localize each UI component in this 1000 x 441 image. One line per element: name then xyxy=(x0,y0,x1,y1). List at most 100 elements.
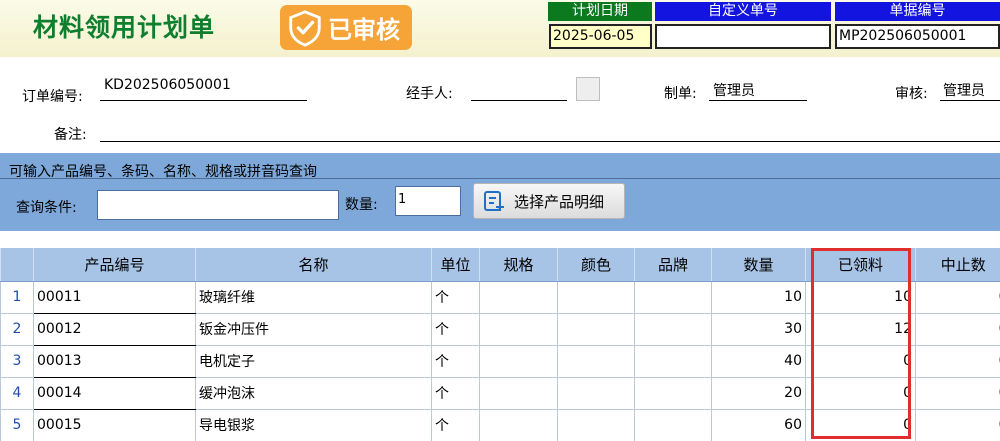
row-index: 5 xyxy=(0,409,34,441)
received-cell[interactable]: 0 xyxy=(805,409,916,441)
order-no-label: 订单编号: xyxy=(22,89,83,105)
unit-cell[interactable]: 个 xyxy=(431,313,480,346)
qty-cell[interactable]: 40 xyxy=(711,345,806,378)
spec-cell[interactable] xyxy=(479,313,558,346)
unit-cell[interactable]: 个 xyxy=(431,409,480,441)
table-row[interactable]: 5 00015 导电银浆 个 60 0 0 xyxy=(0,409,1000,441)
stopped-cell[interactable]: 0 xyxy=(915,313,1000,346)
spec-cell[interactable] xyxy=(479,345,558,378)
table-row[interactable]: 3 00013 电机定子 个 40 0 0 xyxy=(0,345,1000,378)
col-header-code[interactable]: 产品编号 xyxy=(33,248,196,282)
color-cell[interactable] xyxy=(557,313,635,346)
product-code-cell[interactable]: 00013 xyxy=(33,345,196,378)
query-condition-label: 查询条件: xyxy=(16,200,77,216)
received-cell[interactable]: 12 xyxy=(805,313,916,346)
col-header-brand[interactable]: 品牌 xyxy=(634,248,712,282)
product-code-cell[interactable]: 00012 xyxy=(33,313,196,346)
approved-badge-text: 已审核 xyxy=(328,16,400,44)
row-index: 1 xyxy=(0,281,34,314)
table-row[interactable]: 2 00012 钣金冲压件 个 30 12 0 xyxy=(0,313,1000,346)
col-header-stopped[interactable]: 中止数 xyxy=(915,248,1000,282)
custom-no-field[interactable] xyxy=(655,24,831,49)
product-name-cell[interactable]: 玻璃纤维 xyxy=(195,281,432,314)
table-header-row: 产品编号 名称 单位 规格 颜色 品牌 数量 已领料 中止数 xyxy=(0,248,1000,282)
brand-cell[interactable] xyxy=(634,281,712,314)
select-product-button-label: 选择产品明细 xyxy=(514,192,605,211)
query-condition-input[interactable] xyxy=(97,190,339,220)
plan-date-field[interactable]: 2025-06-05 xyxy=(549,24,652,49)
shield-check-icon xyxy=(289,9,321,47)
spec-cell[interactable] xyxy=(479,281,558,314)
stopped-cell[interactable]: 0 xyxy=(915,345,1000,378)
quantity-input[interactable]: 1 xyxy=(395,186,461,216)
row-index: 2 xyxy=(0,313,34,346)
brand-cell[interactable] xyxy=(634,345,712,378)
order-no-underline xyxy=(100,100,307,101)
select-product-button[interactable]: 选择产品明细 xyxy=(473,183,625,219)
row-index: 3 xyxy=(0,345,34,378)
col-header-unit[interactable]: 单位 xyxy=(431,248,480,282)
brand-cell[interactable] xyxy=(634,409,712,441)
received-cell[interactable]: 0 xyxy=(805,377,916,410)
maker-label: 制单: xyxy=(664,86,697,102)
qty-cell[interactable]: 60 xyxy=(711,409,806,441)
note-underline xyxy=(100,141,1000,142)
unit-cell[interactable]: 个 xyxy=(431,281,480,314)
product-code-cell[interactable]: 00014 xyxy=(33,377,196,410)
product-name-cell[interactable]: 钣金冲压件 xyxy=(195,313,432,346)
stopped-cell[interactable]: 0 xyxy=(915,281,1000,314)
quantity-label: 数量: xyxy=(345,197,378,213)
query-hint: 可输入产品编号、条码、名称、规格或拼音码查询 xyxy=(9,164,317,180)
doc-no-label: 单据编号 xyxy=(835,2,1000,21)
spec-cell[interactable] xyxy=(479,377,558,410)
stopped-cell[interactable]: 0 xyxy=(915,409,1000,441)
handler-value[interactable] xyxy=(474,80,566,98)
handler-picker-box[interactable] xyxy=(576,77,600,101)
page-title: 材料领用计划单 xyxy=(33,13,216,42)
header-bar: 材料领用计划单 已审核 计划日期 2025-06-05 自定义单号 单据编号 M… xyxy=(0,0,1000,57)
stopped-cell[interactable]: 0 xyxy=(915,377,1000,410)
color-cell[interactable] xyxy=(557,281,635,314)
received-cell[interactable]: 0 xyxy=(805,345,916,378)
col-header-received[interactable]: 已领料 xyxy=(805,248,916,282)
col-header-qty[interactable]: 数量 xyxy=(711,248,806,282)
reviewer-label: 审核: xyxy=(895,86,928,102)
brand-cell[interactable] xyxy=(634,313,712,346)
col-header-spec[interactable]: 规格 xyxy=(479,248,558,282)
unit-cell[interactable]: 个 xyxy=(431,345,480,378)
table-row[interactable]: 4 00014 缓冲泡沫 个 20 0 0 xyxy=(0,377,1000,410)
approved-badge: 已审核 xyxy=(280,5,412,50)
maker-value: 管理员 xyxy=(713,83,755,99)
note-label: 备注: xyxy=(54,127,87,143)
qty-cell[interactable]: 20 xyxy=(711,377,806,410)
product-name-cell[interactable]: 电机定子 xyxy=(195,345,432,378)
row-index: 4 xyxy=(0,377,34,410)
color-cell[interactable] xyxy=(557,345,635,378)
qty-cell[interactable]: 30 xyxy=(711,313,806,346)
reviewer-underline xyxy=(940,100,1000,101)
received-cell[interactable]: 10 xyxy=(805,281,916,314)
color-cell[interactable] xyxy=(557,377,635,410)
plan-date-label: 计划日期 xyxy=(548,2,652,21)
color-cell[interactable] xyxy=(557,409,635,441)
spec-cell[interactable] xyxy=(479,409,558,441)
note-value[interactable] xyxy=(104,122,1000,140)
product-code-cell[interactable]: 00015 xyxy=(33,409,196,441)
product-name-cell[interactable]: 导电银浆 xyxy=(195,409,432,441)
custom-no-label: 自定义单号 xyxy=(655,2,831,21)
handler-underline xyxy=(471,100,567,101)
reviewer-value: 管理员 xyxy=(943,83,985,99)
order-no-value[interactable]: KD202506050001 xyxy=(104,77,231,93)
unit-cell[interactable]: 个 xyxy=(431,377,480,410)
table-row[interactable]: 1 00011 玻璃纤维 个 10 10 0 xyxy=(0,281,1000,314)
col-header-name[interactable]: 名称 xyxy=(195,248,432,282)
product-name-cell[interactable]: 缓冲泡沫 xyxy=(195,377,432,410)
product-table: 产品编号 名称 单位 规格 颜色 品牌 数量 已领料 中止数 1 00011 玻… xyxy=(0,248,1000,441)
qty-cell[interactable]: 10 xyxy=(711,281,806,314)
col-header-index xyxy=(0,248,34,282)
col-header-color[interactable]: 颜色 xyxy=(557,248,635,282)
maker-underline xyxy=(709,100,807,101)
product-code-cell[interactable]: 00011 xyxy=(33,281,196,314)
brand-cell[interactable] xyxy=(634,377,712,410)
doc-no-field[interactable]: MP202506050001 xyxy=(835,24,1000,49)
